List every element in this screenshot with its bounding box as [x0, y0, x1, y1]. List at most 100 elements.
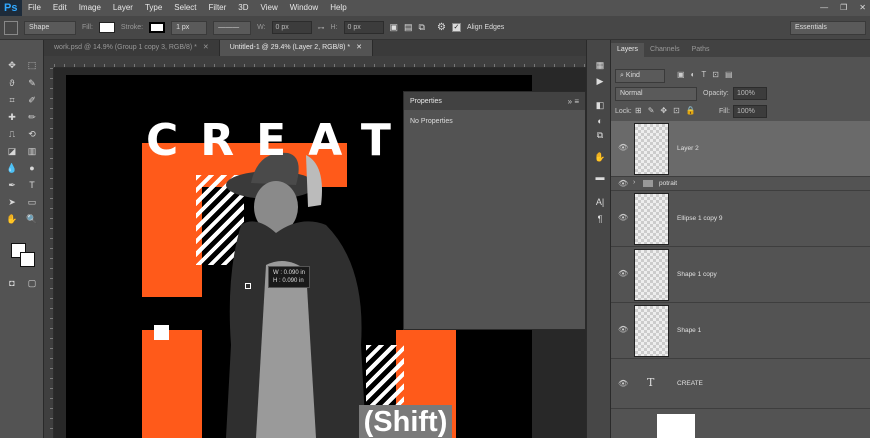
layer-name: Shape 1 copy	[677, 271, 717, 278]
move-tool-icon[interactable]: ✥	[4, 58, 20, 72]
adjustments-icon[interactable]: ◐	[593, 114, 607, 128]
minimize-button[interactable]: —	[820, 0, 828, 16]
pen-tool-icon[interactable]: ✒	[4, 178, 20, 192]
visibility-eye-icon[interactable]: 👁	[618, 143, 628, 152]
stamp-tool-icon[interactable]: ⎍	[4, 127, 20, 141]
character-icon[interactable]: A|	[593, 195, 607, 209]
tab-label: Untitled-1 @ 29.4% (Layer 2, RGB/8) *	[229, 44, 351, 51]
background-color-swatch[interactable]	[20, 252, 35, 267]
tab-layers[interactable]: Layers	[611, 43, 645, 57]
layer-row-shape-1-copy[interactable]: 👁 Shape 1 copy	[611, 247, 870, 303]
close-icon[interactable]: ✕	[203, 44, 209, 51]
layer-row-layer-2[interactable]: 👁 Layer 2	[611, 121, 870, 177]
tab-channels[interactable]: Channels	[644, 43, 686, 57]
menu-file[interactable]: File	[22, 0, 47, 16]
history-icon[interactable]: ▦	[593, 58, 607, 72]
workspace-dropdown[interactable]: Essentials	[790, 21, 866, 35]
tab-paths[interactable]: Paths	[686, 43, 716, 57]
lock-icons[interactable]: ⊞✎✥⊡🔒	[635, 106, 702, 115]
close-button[interactable]: ✕	[859, 0, 866, 16]
paragraph-icon[interactable]: ¶	[593, 212, 607, 226]
close-icon[interactable]: ✕	[356, 44, 362, 51]
clone-source-icon[interactable]: ▬	[593, 170, 607, 184]
visibility-eye-icon[interactable]: 👁	[618, 213, 628, 222]
path-alignment-icon[interactable]: ▤	[404, 22, 413, 33]
align-edges-checkbox[interactable]: ✓	[451, 23, 461, 32]
brush-presets-icon[interactable]: ✋	[593, 150, 607, 164]
hand-tool-icon[interactable]: ✋	[4, 212, 20, 226]
path-arrangement-icon[interactable]: ⧉	[419, 22, 425, 33]
rectangle-tool-icon[interactable]: ▭	[24, 195, 40, 209]
eyedropper-tool-icon[interactable]: ✐	[24, 93, 40, 107]
layer-thumbnail	[634, 249, 669, 301]
visibility-eye-icon[interactable]: 👁	[618, 269, 628, 278]
healing-tool-icon[interactable]: ✚	[4, 110, 20, 124]
gradient-tool-icon[interactable]: ▥	[24, 144, 40, 158]
layer-name: CREATE	[677, 380, 703, 387]
blend-mode-dropdown[interactable]: Normal	[615, 87, 697, 101]
menu-3d[interactable]: 3D	[232, 0, 254, 16]
tool-preset-icon[interactable]	[4, 20, 18, 35]
horizontal-ruler[interactable]	[54, 56, 605, 68]
tab-untitled-1[interactable]: Untitled-1 @ 29.4% (Layer 2, RGB/8) * ✕	[219, 40, 373, 56]
layer-row-ellipse-1-copy-9[interactable]: 👁 Ellipse 1 copy 9	[611, 191, 870, 247]
height-field[interactable]: 0 px	[343, 21, 384, 34]
restore-button[interactable]: ❐	[840, 0, 847, 16]
actions-play-icon[interactable]: ▶	[593, 74, 607, 88]
stroke-type-dropdown[interactable]: ———	[213, 20, 252, 35]
zoom-tool-icon[interactable]: 🔍	[24, 212, 40, 226]
fill-field[interactable]: 100%	[733, 105, 767, 118]
marquee-tool-icon[interactable]: ⬚	[24, 58, 40, 72]
stroke-swatch[interactable]	[149, 22, 166, 33]
properties-icon[interactable]: ◧	[593, 98, 607, 112]
properties-header[interactable]: Properties » ≡	[404, 92, 585, 110]
menu-filter[interactable]: Filter	[203, 0, 233, 16]
crop-tool-icon[interactable]: ⌗	[4, 93, 20, 107]
stroke-width-dropdown[interactable]: 1 px	[171, 20, 208, 35]
menu-window[interactable]: Window	[284, 0, 324, 16]
vertical-ruler[interactable]	[44, 68, 54, 438]
visibility-eye-icon[interactable]: 👁	[618, 325, 628, 334]
quick-select-tool-icon[interactable]: ✎	[24, 76, 40, 90]
screen-mode-icon[interactable]: ▢	[24, 276, 40, 290]
collapse-icon[interactable]: » ≡	[568, 97, 579, 106]
layers-panel: Layers Channels Paths ⌕ Kind ▣◐T⊡▤ Norma…	[610, 40, 870, 438]
shape-mode-dropdown[interactable]: Shape	[24, 20, 76, 35]
expand-chevron-icon[interactable]: ›	[633, 179, 635, 186]
libraries-icon[interactable]: ⧉	[593, 128, 607, 142]
menu-edit[interactable]: Edit	[47, 0, 73, 16]
layer-row-potrait[interactable]: 👁 › potrait	[611, 177, 870, 191]
type-tool-icon[interactable]: T	[24, 178, 40, 192]
visibility-eye-icon[interactable]: 👁	[618, 379, 628, 388]
opacity-field[interactable]: 100%	[733, 87, 767, 100]
history-brush-tool-icon[interactable]: ⟲	[24, 127, 40, 141]
link-icon[interactable]: ⊶	[318, 24, 325, 32]
menu-view[interactable]: View	[255, 0, 284, 16]
dodge-tool-icon[interactable]: ●	[24, 161, 40, 175]
fill-swatch[interactable]	[98, 22, 115, 33]
visibility-eye-icon[interactable]: 👁	[618, 179, 628, 188]
quick-mask-icon[interactable]: ◘	[4, 276, 20, 290]
menu-select[interactable]: Select	[168, 0, 202, 16]
menu-image[interactable]: Image	[73, 0, 107, 16]
layer-kind-filter[interactable]: ⌕ Kind	[615, 69, 665, 83]
ruler-origin[interactable]	[44, 56, 54, 68]
eraser-tool-icon[interactable]: ◪	[4, 144, 20, 158]
blur-tool-icon[interactable]: 💧	[4, 161, 20, 175]
path-select-tool-icon[interactable]: ➤	[4, 195, 20, 209]
width-field[interactable]: 0 px	[271, 21, 312, 34]
layer-row-create[interactable]: 👁 T CREATE	[611, 359, 870, 409]
menu-layer[interactable]: Layer	[107, 0, 139, 16]
readout-width: W : 0.090 in	[273, 270, 306, 276]
gear-icon[interactable]: ⚙	[437, 22, 446, 33]
filter-icons[interactable]: ▣◐T⊡▤	[677, 70, 739, 79]
path-operations-icon[interactable]: ▣	[390, 22, 399, 33]
layer-row-portrait-image[interactable]	[611, 409, 870, 438]
brush-tool-icon[interactable]: ✏	[24, 110, 40, 124]
layer-row-shape-1[interactable]: 👁 Shape 1	[611, 303, 870, 359]
tab-work-psd[interactable]: work.psd @ 14.9% (Group 1 copy 3, RGB/8)…	[44, 40, 220, 56]
lasso-tool-icon[interactable]: ϑ	[4, 76, 20, 90]
menu-help[interactable]: Help	[324, 0, 352, 16]
menu-type[interactable]: Type	[139, 0, 168, 16]
readout-height: H : 0.090 in	[273, 278, 304, 284]
